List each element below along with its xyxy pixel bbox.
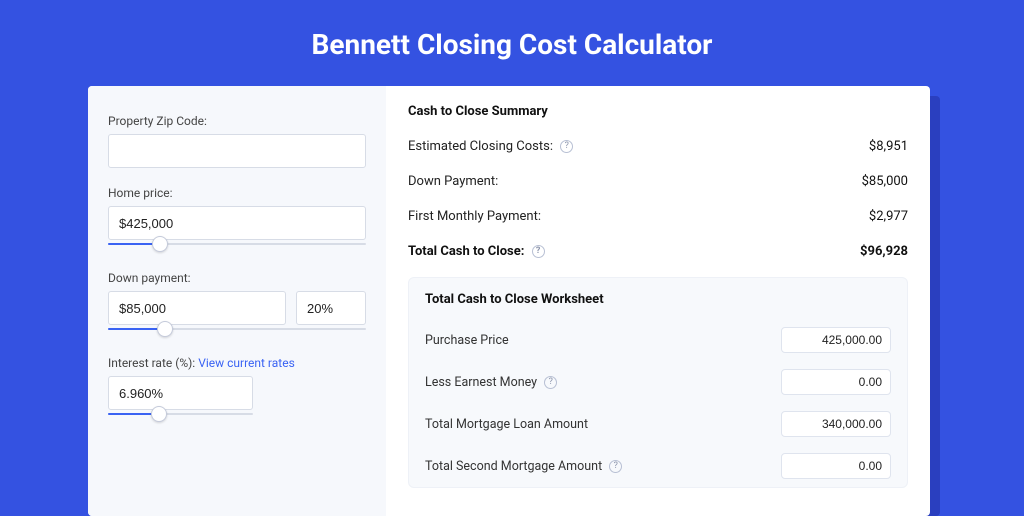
summary-value: $85,000 <box>862 174 908 189</box>
summary-label: First Monthly Payment: <box>408 209 541 224</box>
help-icon[interactable]: ? <box>560 140 573 153</box>
interest-label-row: Interest rate (%): View current rates <box>108 356 366 370</box>
ws-label-text: Total Second Mortgage Amount <box>425 459 602 474</box>
interest-field-group: Interest rate (%): View current rates <box>108 356 366 423</box>
home-price-slider[interactable] <box>108 239 366 253</box>
ws-row-earnest-money: Less Earnest Money ? <box>425 361 891 403</box>
summary-row-down-payment: Down Payment: $85,000 <box>408 164 908 199</box>
slider-thumb[interactable] <box>151 406 167 422</box>
down-payment-label: Down payment: <box>108 271 366 285</box>
ws-label-text: Less Earnest Money <box>425 375 537 390</box>
slider-thumb[interactable] <box>152 236 168 252</box>
summary-label: Down Payment: <box>408 174 498 189</box>
zip-input[interactable] <box>108 134 366 168</box>
zip-label: Property Zip Code: <box>108 114 366 128</box>
worksheet-heading: Total Cash to Close Worksheet <box>425 292 891 307</box>
summary-value: $8,951 <box>869 139 908 154</box>
ws-label: Total Mortgage Loan Amount <box>425 417 588 432</box>
ws-input-purchase-price[interactable] <box>781 327 891 353</box>
page-title: Bennett Closing Cost Calculator <box>0 0 1024 83</box>
summary-row-closing-costs: Estimated Closing Costs: ? $8,951 <box>408 129 908 164</box>
inputs-panel: Property Zip Code: Home price: Down paym… <box>88 86 386 516</box>
ws-input-second-mortgage[interactable] <box>781 453 891 479</box>
help-icon[interactable]: ? <box>544 376 557 389</box>
ws-label: Less Earnest Money ? <box>425 375 557 390</box>
summary-total-label: Total Cash to Close: ? <box>408 244 545 259</box>
summary-row-total: Total Cash to Close: ? $96,928 <box>408 234 908 269</box>
help-icon[interactable]: ? <box>532 245 545 258</box>
slider-thumb[interactable] <box>157 321 173 337</box>
calculator-card: Property Zip Code: Home price: Down paym… <box>88 86 930 516</box>
worksheet-panel: Total Cash to Close Worksheet Purchase P… <box>408 277 908 488</box>
help-icon[interactable]: ? <box>609 460 622 473</box>
summary-heading: Cash to Close Summary <box>408 104 908 129</box>
interest-input[interactable] <box>108 376 253 410</box>
interest-slider[interactable] <box>108 409 253 423</box>
ws-label: Total Second Mortgage Amount ? <box>425 459 622 474</box>
summary-row-first-payment: First Monthly Payment: $2,977 <box>408 199 908 234</box>
ws-input-mortgage-amount[interactable] <box>781 411 891 437</box>
view-rates-link[interactable]: View current rates <box>198 356 295 370</box>
ws-label: Purchase Price <box>425 333 509 348</box>
ws-input-earnest-money[interactable] <box>781 369 891 395</box>
home-price-field-group: Home price: <box>108 186 366 253</box>
home-price-input[interactable] <box>108 206 366 240</box>
down-payment-pct-input[interactable] <box>296 291 366 325</box>
interest-label: Interest rate (%): <box>108 356 195 370</box>
summary-label: Estimated Closing Costs: ? <box>408 139 573 154</box>
ws-row-mortgage-amount: Total Mortgage Loan Amount <box>425 403 891 445</box>
ws-row-second-mortgage: Total Second Mortgage Amount ? <box>425 445 891 487</box>
summary-total-value: $96,928 <box>860 244 908 259</box>
down-payment-field-group: Down payment: <box>108 271 366 338</box>
home-price-label: Home price: <box>108 186 366 200</box>
summary-total-label-text: Total Cash to Close: <box>408 244 524 259</box>
down-payment-slider[interactable] <box>108 324 366 338</box>
ws-row-purchase-price: Purchase Price <box>425 319 891 361</box>
results-panel: Cash to Close Summary Estimated Closing … <box>386 86 930 516</box>
summary-value: $2,977 <box>869 209 908 224</box>
summary-label-text: Estimated Closing Costs: <box>408 139 553 154</box>
zip-field-group: Property Zip Code: <box>108 114 366 168</box>
down-payment-input[interactable] <box>108 291 286 325</box>
